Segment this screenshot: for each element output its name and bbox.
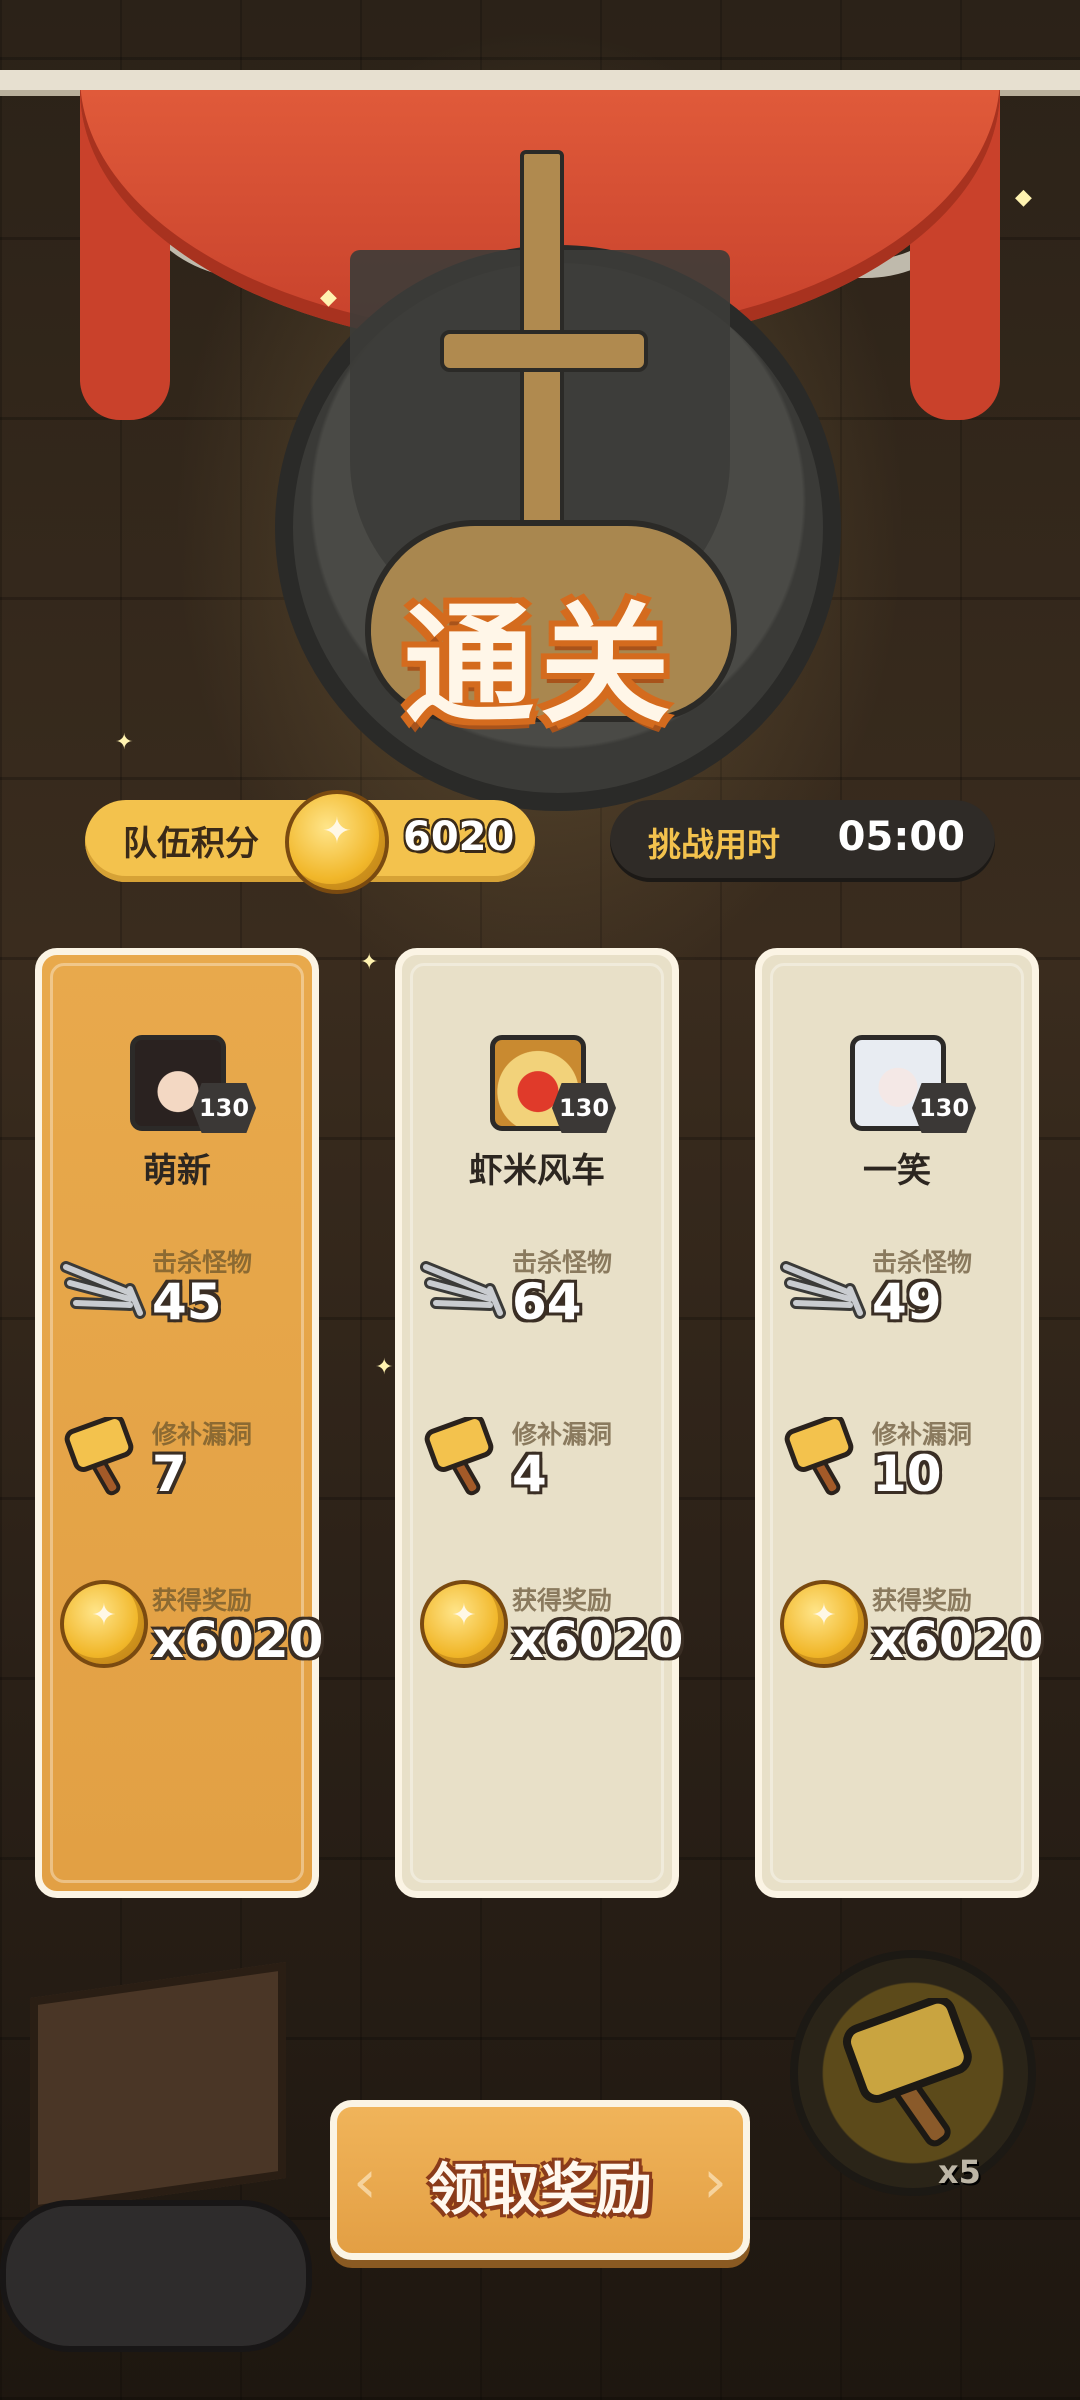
player-name: 一笑 (863, 1151, 931, 1191)
kills-value: 64 (512, 1273, 582, 1331)
claim-reward-label: 领取奖励 (428, 2158, 652, 2223)
level-badge: 130 (192, 1083, 256, 1133)
player-card: 130 虾米风车 击杀怪物 64 修补漏洞 4 获得奖励 x6020 (395, 948, 683, 1898)
player-card: 130 一笑 击杀怪物 49 修补漏洞 10 获得奖励 x6020 (755, 948, 1043, 1898)
sparkle-icon: ◆ (1015, 185, 1032, 210)
challenge-time-value: 05:00 (837, 814, 965, 860)
team-score-pill: 队伍积分 6020 (85, 790, 535, 894)
claim-reward-button[interactable]: ‹ › 领取奖励 (330, 2100, 750, 2260)
level-badge: 130 (912, 1083, 976, 1133)
sparkle-icon: ◆ (320, 285, 337, 310)
sparkle-icon: ✦ (375, 1355, 394, 1380)
repairs-value: 4 (512, 1445, 547, 1503)
team-score-label: 队伍积分 (123, 824, 259, 864)
gold-coin-icon (420, 1580, 508, 1668)
reward-value: x6020 (152, 1611, 324, 1669)
player-card: 130 萌新 击杀怪物 45 修补漏洞 7 获得奖励 x6020 (35, 948, 323, 1898)
sparkle-icon: ✦ (115, 730, 134, 755)
trident-icon (60, 1261, 146, 1319)
player-name: 虾米风车 (469, 1151, 605, 1191)
hammer-skill-button[interactable]: x5 (790, 1950, 1036, 2196)
level-badge: 130 (552, 1083, 616, 1133)
kills-value: 45 (152, 1273, 222, 1331)
skill-count: x5 (938, 2153, 981, 2191)
repairs-value: 7 (152, 1445, 187, 1503)
stage-clear-title: 通关 (403, 589, 676, 741)
player-name: 萌新 (143, 1151, 211, 1191)
gold-coin-icon (780, 1580, 868, 1668)
hammer-icon (843, 1998, 972, 2147)
gold-coin-icon (285, 790, 389, 894)
hammer-icon (784, 1417, 854, 1496)
cannon (0, 2200, 312, 2352)
trident-icon (780, 1261, 866, 1319)
challenge-time-label: 挑战用时 (648, 825, 780, 864)
sparkle-icon: ✦ (360, 950, 379, 975)
reward-value: x6020 (872, 1611, 1044, 1669)
hammer-icon (424, 1417, 494, 1496)
challenge-time-pill: 挑战用时 05:00 (610, 800, 995, 882)
reward-value: x6020 (512, 1611, 684, 1669)
gold-coin-icon (60, 1580, 148, 1668)
sword-guard-icon (440, 330, 648, 372)
team-score-value: 6020 (403, 814, 515, 860)
wooden-crate (30, 1962, 286, 2214)
repairs-value: 10 (872, 1445, 942, 1503)
trident-icon (420, 1261, 506, 1319)
hammer-icon (64, 1417, 134, 1496)
kills-value: 49 (872, 1273, 942, 1331)
